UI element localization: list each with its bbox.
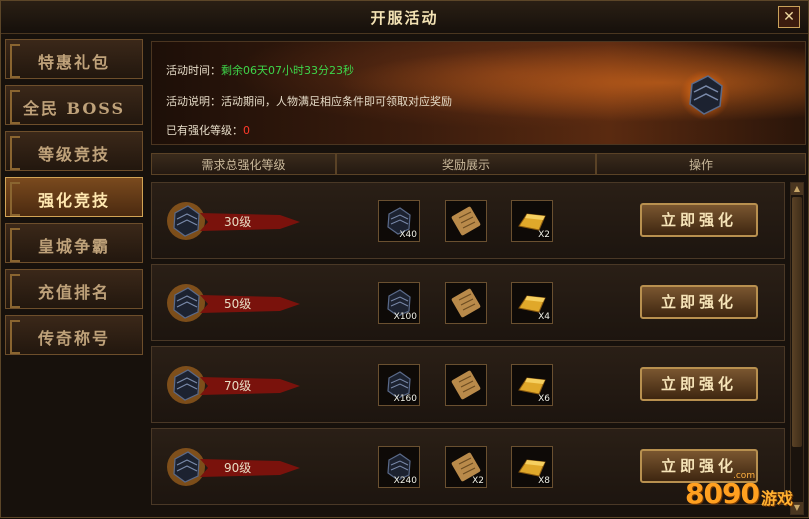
close-button[interactable]: ✕ — [778, 6, 800, 28]
watermark-domain: .com — [733, 471, 756, 481]
table-row: 50级 X100 X4 立即强化 — [151, 264, 785, 341]
sidebar-item-label: 传奇称号 — [37, 329, 110, 348]
sidebar-item-label: 全民 BOSS — [22, 99, 126, 118]
reward-quantity: X40 — [399, 230, 417, 240]
black-iron-ore-icon — [680, 70, 730, 120]
watermark-digits: 8090 — [685, 477, 760, 510]
sidebar-item-label: 皇城争霸 — [37, 237, 110, 256]
reward-slot[interactable]: X40 — [378, 200, 420, 242]
scroll-icon — [451, 370, 481, 400]
reward-slot[interactable] — [445, 364, 487, 406]
reward-list: 30级 X40 X2 立即强化 50级 X100 X4 立即强化 70级 X16… — [151, 182, 787, 519]
activity-desc-text: 活动期间，人物满足相应条件即可领取对应奖励 — [221, 95, 452, 108]
reward-slot[interactable]: X6 — [511, 364, 553, 406]
required-level: 70级 — [224, 379, 252, 393]
site-watermark-logo: 8090 .com 游戏 — [681, 471, 806, 515]
sidebar-item-world-boss[interactable]: 全民 BOSS — [5, 85, 143, 125]
reward-slot[interactable]: X8 — [511, 446, 553, 488]
title-bar: 开服活动 ✕ — [1, 1, 808, 34]
reward-slot[interactable]: X160 — [378, 364, 420, 406]
activity-sidebar: 特惠礼包 全民 BOSS 等级竞技 强化竞技 皇城争霸 充值排名 传奇称号 — [5, 39, 145, 361]
reward-slot[interactable] — [445, 200, 487, 242]
activity-window: 开服活动 ✕ 特惠礼包 全民 BOSS 等级竞技 强化竞技 皇城争霸 充值排名 … — [0, 0, 809, 518]
activity-banner: 活动时间：剩余06天07小时33分23秒 活动说明：活动期间，人物满足相应条件即… — [151, 41, 806, 145]
sidebar-item-label: 强化竞技 — [37, 191, 110, 210]
sidebar-item-enhance-race[interactable]: 强化竞技 — [5, 177, 143, 217]
sidebar-item-label: 充值排名 — [37, 283, 110, 302]
enhance-now-button[interactable]: 立即强化 — [640, 203, 758, 237]
table-row: 30级 X40 X2 立即强化 — [151, 182, 785, 259]
scroll-icon — [451, 206, 481, 236]
activity-time-label: 活动时间： — [166, 64, 221, 77]
reward-quantity: X2 — [538, 230, 550, 240]
reward-quantity: X2 — [472, 476, 484, 486]
table-header: 需求总强化等级 奖励展示 操作 — [151, 153, 806, 177]
reward-quantity: X100 — [393, 312, 417, 322]
scroll-thumb[interactable] — [792, 197, 802, 447]
enhance-now-button[interactable]: 立即强化 — [640, 285, 758, 319]
scroll-up-arrow-icon[interactable]: ▲ — [791, 183, 803, 195]
activity-desc-label: 活动说明： — [166, 95, 221, 108]
sidebar-item-label: 等级竞技 — [37, 145, 110, 164]
sidebar-item-castle-war[interactable]: 皇城争霸 — [5, 223, 143, 263]
reward-slot[interactable]: X2 — [511, 200, 553, 242]
reward-slot[interactable]: X4 — [511, 282, 553, 324]
countdown-timer: 剩余06天07小时33分23秒 — [221, 64, 354, 77]
header-action: 操作 — [596, 153, 806, 175]
scroll-icon — [451, 288, 481, 318]
required-level: 50级 — [224, 297, 252, 311]
reward-slot[interactable]: X240 — [378, 446, 420, 488]
activity-time-line: 活动时间：剩余06天07小时33分23秒 — [166, 62, 354, 78]
reward-slot[interactable] — [445, 282, 487, 324]
sidebar-item-level-race[interactable]: 等级竞技 — [5, 131, 143, 171]
reward-quantity: X4 — [538, 312, 550, 322]
reward-quantity: X8 — [538, 476, 550, 486]
window-title: 开服活动 — [370, 9, 439, 27]
required-level: 30级 — [224, 215, 252, 229]
sidebar-item-label: 特惠礼包 — [37, 53, 110, 72]
owned-level-line: 已有强化等级：0 — [166, 122, 250, 138]
owned-level-value: 0 — [243, 124, 250, 137]
header-rewards: 奖励展示 — [336, 153, 596, 175]
reward-quantity: X240 — [393, 476, 417, 486]
sidebar-item-discount-pack[interactable]: 特惠礼包 — [5, 39, 143, 79]
sidebar-item-recharge-rank[interactable]: 充值排名 — [5, 269, 143, 309]
reward-quantity: X160 — [393, 394, 417, 404]
list-scrollbar[interactable]: ▲ ▼ — [790, 182, 804, 515]
enhance-now-button[interactable]: 立即强化 — [640, 367, 758, 401]
reward-slot[interactable]: X100 — [378, 282, 420, 324]
activity-desc-line: 活动说明：活动期间，人物满足相应条件即可领取对应奖励 — [166, 93, 452, 109]
reward-slot[interactable]: X2 — [445, 446, 487, 488]
sidebar-item-legend-title[interactable]: 传奇称号 — [5, 315, 143, 355]
table-row: 70级 X160 X6 立即强化 — [151, 346, 785, 423]
required-level: 90级 — [224, 461, 252, 475]
owned-level-label: 已有强化等级： — [166, 124, 243, 137]
watermark-text: 游戏 — [761, 489, 794, 508]
reward-quantity: X6 — [538, 394, 550, 404]
header-required-level: 需求总强化等级 — [151, 153, 336, 175]
